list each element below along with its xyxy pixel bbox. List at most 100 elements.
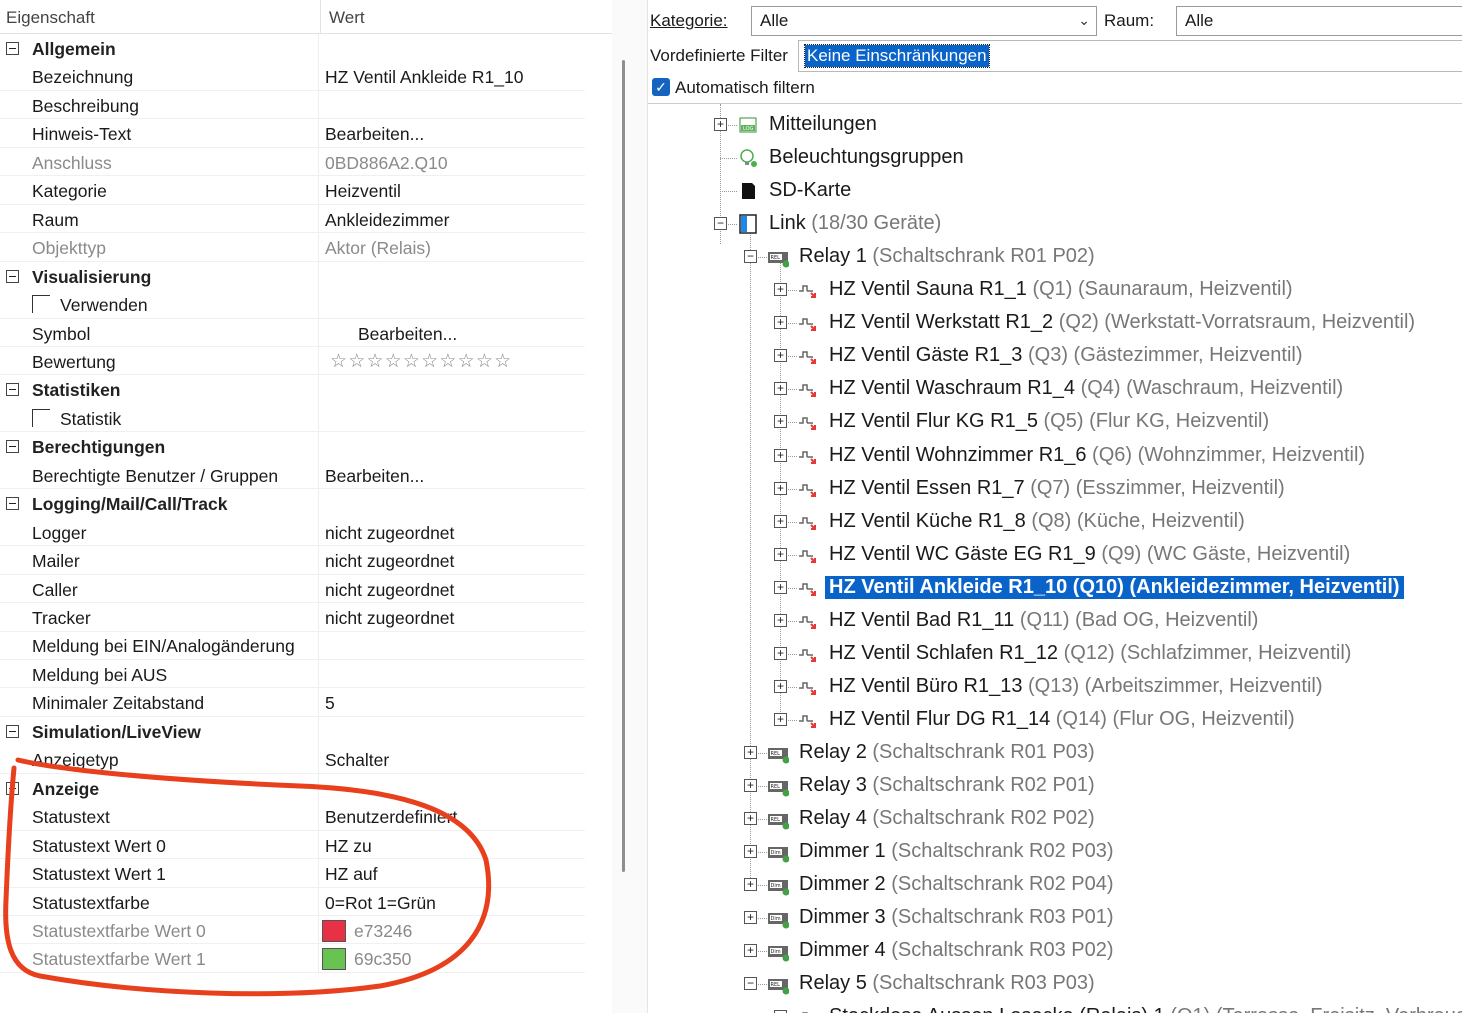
tree-item-label[interactable]: HZ Ventil Wohnzimmer R1_6 (Q6) (Wohnzimm… [829, 444, 1365, 467]
tree-item[interactable]: + HZ Ventil Wohnzimmer R1_6 (Q6) (Wohnzim… [648, 440, 1462, 473]
tree-item-label[interactable]: Mitteilungen [769, 113, 877, 136]
tree-item[interactable]: + HZ Ventil Ankleide R1_10 (Q10) (Ankleid… [648, 572, 1462, 605]
tree-item[interactable]: + HZ Ventil Büro R1_13 (Q13) (Arbeitszimm… [648, 671, 1462, 704]
tree-item-label[interactable]: Beleuchtungsgruppen [769, 146, 964, 169]
collapse-icon[interactable]: − [744, 250, 757, 264]
expand-icon[interactable]: + [774, 580, 787, 594]
tree-item-label[interactable]: HZ Ventil Küche R1_8 (Q8) (Küche, Heizve… [829, 510, 1245, 533]
tree-item[interactable]: + HZ Ventil Schlafen R1_12 (Q12) (Schlafz… [648, 638, 1462, 671]
tree-item-label[interactable]: HZ Ventil Gäste R1_3 (Q3) (Gästezimmer, … [829, 344, 1303, 367]
collapse-icon[interactable]: − [714, 217, 727, 231]
property-category[interactable]: Visualisierung [0, 262, 585, 291]
property-row[interactable]: Raum Ankleidezimmer [0, 205, 585, 234]
raum-select[interactable]: Alle [1176, 6, 1462, 36]
property-value[interactable]: 5 [325, 693, 335, 714]
property-row[interactable]: Bezeichnung HZ Ventil Ankleide R1_10 [0, 62, 585, 91]
tree-item[interactable]: + HZ Ventil WC Gäste EG R1_9 (Q9) (WC Gäs… [648, 539, 1462, 572]
property-row[interactable]: Statustext Wert 1 HZ auf [0, 859, 585, 888]
tree-item[interactable]: + HZ Ventil Küche R1_8 (Q8) (Küche, Heizv… [648, 506, 1462, 539]
tree-item-label[interactable]: Relay 5 (Schaltschrank R03 P03) [799, 972, 1095, 995]
property-value[interactable]: nicht zugeordnet [325, 580, 454, 601]
tree-item-label[interactable]: Relay 2 (Schaltschrank R01 P03) [799, 741, 1095, 764]
property-row[interactable]: Caller nicht zugeordnet [0, 575, 585, 604]
collapse-icon[interactable] [6, 724, 19, 738]
color-swatch[interactable] [322, 919, 346, 942]
tree-item-label[interactable]: Dimmer 3 (Schaltschrank R03 P01) [799, 906, 1114, 929]
property-row[interactable]: Verwenden [0, 290, 585, 319]
tree-item[interactable]: + HZ Ventil Gäste R1_3 (Q3) (Gästezimmer,… [648, 340, 1462, 373]
property-value[interactable]: Schalter [325, 750, 389, 771]
tree-item-label[interactable]: HZ Ventil Essen R1_7 (Q7) (Esszimmer, He… [829, 477, 1285, 500]
tree-item-label[interactable]: HZ Ventil Flur KG R1_5 (Q5) (Flur KG, He… [829, 410, 1269, 433]
property-row[interactable]: Statustext Wert 0 HZ zu [0, 831, 585, 860]
tree-item-label[interactable]: HZ Ventil WC Gäste EG R1_9 (Q9) (WC Gäst… [829, 543, 1350, 566]
property-value[interactable]: e73246 [354, 921, 412, 942]
tree-item-label[interactable]: Relay 4 (Schaltschrank R02 P02) [799, 807, 1095, 830]
property-value[interactable]: nicht zugeordnet [325, 551, 454, 572]
collapse-icon[interactable] [6, 269, 19, 283]
tree-item[interactable]: + REL Relay 4 (Schaltschrank R02 P02) [648, 803, 1462, 836]
tree-item[interactable]: + HZ Ventil Flur DG R1_14 (Q14) (Flur OG,… [648, 704, 1462, 737]
property-value[interactable]: HZ Ventil Ankleide R1_10 [325, 67, 523, 88]
chevron-down-icon[interactable]: ⌄ [1078, 12, 1090, 29]
collapse-icon[interactable] [6, 383, 19, 397]
property-value[interactable]: Bearbeiten... [358, 324, 457, 345]
tree-item[interactable]: − Link (18/30 Geräte) [648, 208, 1462, 241]
tree-item-label[interactable]: Dimmer 4 (Schaltschrank R03 P02) [799, 939, 1114, 962]
expand-icon[interactable]: + [774, 448, 787, 462]
property-row[interactable]: Tracker nicht zugeordnet [0, 603, 585, 632]
kategorie-select[interactable]: Alle ⌄ [751, 6, 1097, 36]
property-row[interactable]: Objekttyp Aktor (Relais) [0, 233, 585, 262]
tree-item[interactable]: SD-Karte [648, 175, 1462, 208]
expand-icon[interactable]: + [774, 283, 787, 297]
expand-icon[interactable]: + [774, 382, 787, 396]
tree-item[interactable]: + REL Relay 3 (Schaltschrank R02 P01) [648, 770, 1462, 803]
property-value[interactable]: nicht zugeordnet [325, 523, 454, 544]
collapse-icon[interactable] [6, 781, 19, 795]
tree-item-label[interactable]: HZ Ventil Flur DG R1_14 (Q14) (Flur OG, … [829, 708, 1295, 731]
tree-item-label[interactable]: HZ Ventil Schlafen R1_12 (Q12) (Schlafzi… [829, 642, 1351, 665]
predefined-filter-input[interactable]: Keine Einschränkungen [798, 40, 1462, 72]
property-row[interactable]: Statustext Benutzerdefiniert [0, 802, 585, 831]
tree-item[interactable]: +Steckdose Aussen Losecke (Relais) 1 (Q1… [648, 1001, 1462, 1013]
expand-icon[interactable]: + [774, 547, 787, 561]
tree-item[interactable]: + REL Relay 2 (Schaltschrank R01 P03) [648, 737, 1462, 770]
expand-icon[interactable]: + [714, 118, 727, 131]
property-row[interactable]: Symbol Bearbeiten... [0, 319, 585, 347]
property-row[interactable]: Meldung bei AUS [0, 660, 585, 689]
tree-item-label[interactable]: HZ Ventil Sauna R1_1 (Q1) (Saunaraum, He… [829, 278, 1293, 301]
expand-icon[interactable]: + [744, 812, 757, 826]
property-value[interactable]: Ankleidezimmer [325, 210, 449, 231]
tree-item-label[interactable]: HZ Ventil Büro R1_13 (Q13) (Arbeitszimme… [829, 675, 1323, 698]
tree-item-label[interactable]: Steckdose Aussen Losecke (Relais) 1 (Q1)… [829, 1005, 1462, 1013]
tree-item[interactable]: − REL Relay 5 (Schaltschrank R03 P03) [648, 968, 1462, 1001]
property-category[interactable]: Logging/Mail/Call/Track [0, 489, 585, 518]
expand-icon[interactable]: + [774, 481, 787, 495]
tree-item-label[interactable]: Dimmer 2 (Schaltschrank R02 P04) [799, 873, 1114, 896]
expand-icon[interactable]: + [744, 779, 757, 792]
expand-icon[interactable]: + [744, 878, 757, 892]
property-value[interactable]: HZ auf [325, 864, 378, 885]
property-row[interactable]: Statustextfarbe Wert 1 69c350 [0, 944, 585, 973]
property-grid-scrollbar[interactable] [622, 60, 625, 872]
property-row[interactable]: Statustextfarbe 0=Rot 1=Grün [0, 888, 585, 916]
collapse-icon[interactable] [6, 497, 19, 511]
column-header-value[interactable]: Wert [320, 0, 373, 34]
property-row[interactable]: Beschreibung [0, 91, 585, 120]
splitter[interactable] [612, 0, 648, 1013]
tree-item[interactable]: + LOG Mitteilungen [648, 109, 1462, 142]
tree-item-label[interactable]: Link (18/30 Geräte) [769, 212, 941, 235]
tree-item[interactable]: + Dim Dimmer 4 (Schaltschrank R03 P02) [648, 935, 1462, 968]
tree-item[interactable]: + Dim Dimmer 3 (Schaltschrank R03 P01) [648, 902, 1462, 935]
property-category[interactable]: Simulation/LiveView [0, 717, 585, 746]
tree-item[interactable]: + HZ Ventil Waschraum R1_4 (Q4) (Waschrau… [648, 373, 1462, 406]
property-value[interactable]: HZ zu [325, 836, 372, 857]
tree-item[interactable]: + Dim Dimmer 1 (Schaltschrank R02 P03) [648, 836, 1462, 869]
property-row[interactable]: Anzeigetyp Schalter [0, 745, 585, 774]
expand-icon[interactable]: + [774, 415, 787, 429]
tree-item[interactable]: Beleuchtungsgruppen [648, 142, 1462, 175]
collapse-icon[interactable] [6, 42, 19, 55]
property-row[interactable]: Minimaler Zeitabstand 5 [0, 688, 585, 717]
property-row[interactable]: Statistik [0, 404, 585, 433]
column-header-property[interactable]: Eigenschaft [6, 8, 95, 28]
